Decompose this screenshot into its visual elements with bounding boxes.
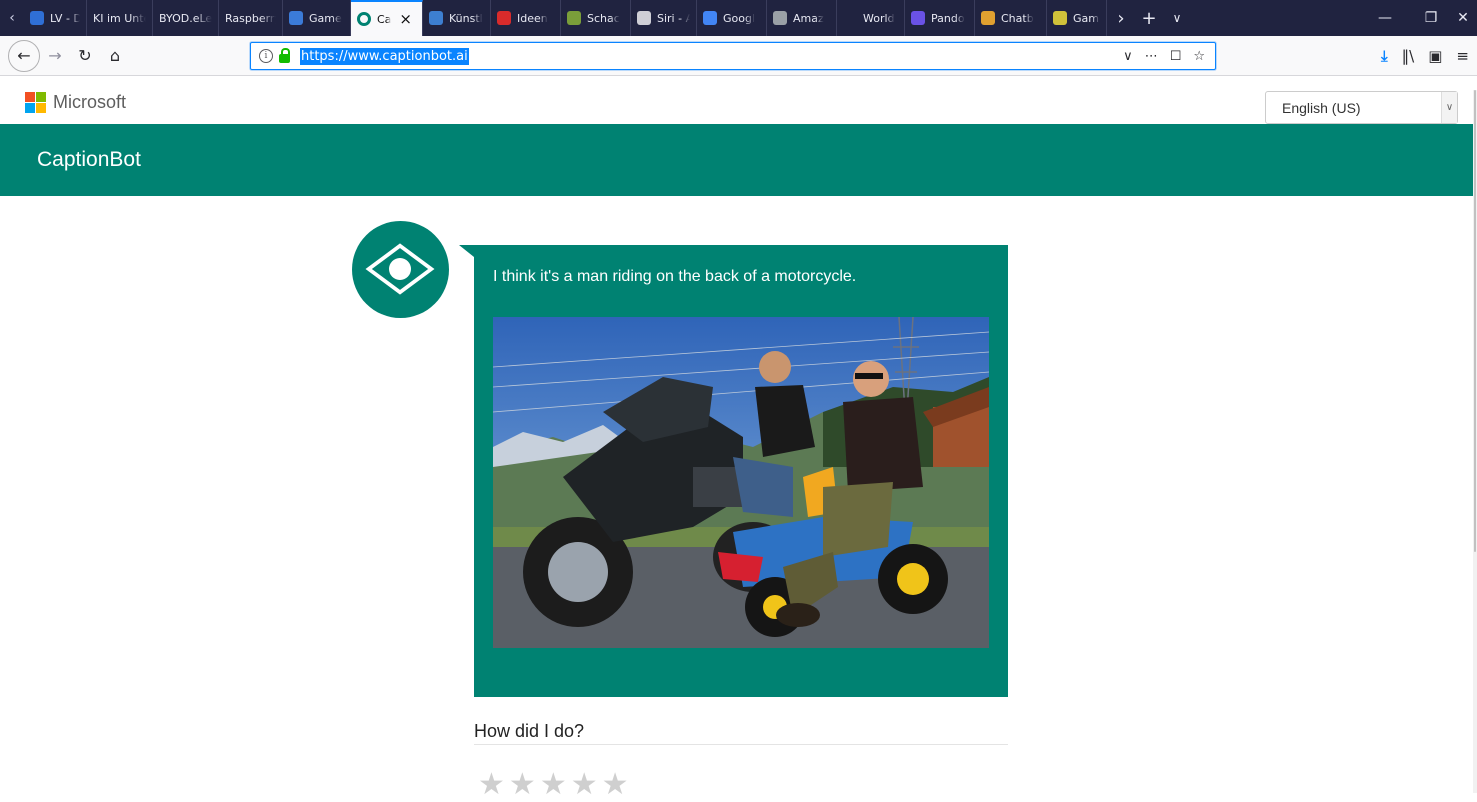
star-icon[interactable]: ★ bbox=[478, 770, 505, 800]
page-actions-icon[interactable]: ⋯ bbox=[1145, 49, 1158, 64]
sidebar-icon[interactable]: ▣ bbox=[1428, 47, 1442, 65]
image-favicon-icon bbox=[429, 11, 443, 25]
site-header: CaptionBot bbox=[0, 124, 1473, 196]
forward-arrow-icon[interactable]: → bbox=[40, 41, 70, 71]
tab-13[interactable]: Pando bbox=[905, 0, 975, 36]
tab-title: Chatb bbox=[1001, 11, 1034, 25]
home-icon[interactable]: ⌂ bbox=[100, 41, 130, 71]
star-icon[interactable]: ★ bbox=[509, 770, 536, 800]
scrollbar-thumb[interactable] bbox=[1474, 90, 1476, 552]
url-dropdown-icon[interactable]: ∨ bbox=[1123, 49, 1133, 64]
w-favicon-icon bbox=[289, 11, 303, 25]
language-value: English (US) bbox=[1282, 99, 1361, 116]
back-arrow-icon[interactable]: ← bbox=[8, 39, 40, 72]
tab-title: Googl bbox=[723, 11, 756, 25]
tab-title: LV - D bbox=[50, 11, 80, 25]
tab-3[interactable]: Raspberry bbox=[219, 0, 283, 36]
caption-text: I think it's a man riding on the back of… bbox=[493, 268, 857, 285]
tab-1[interactable]: KI im Unte bbox=[87, 0, 153, 36]
navigation-toolbar: ← → ↻ ⌂ i https://www.captionbot.ai ∨ ⋯ … bbox=[0, 36, 1477, 76]
site-info-icon[interactable]: i bbox=[259, 49, 273, 63]
star-icon[interactable]: ★ bbox=[602, 770, 629, 800]
tab-list: LV - D KI im Unte BYOD.eLea Raspberry Game Ca… bbox=[24, 0, 1107, 36]
microsoft-wordmark: Microsoft bbox=[53, 92, 127, 112]
list-all-tabs-icon[interactable]: ∨ bbox=[1163, 11, 1191, 25]
caption-bubble: I think it's a man riding on the back of… bbox=[474, 245, 1008, 697]
scroll-tabs-right-icon[interactable]: › bbox=[1107, 8, 1135, 29]
amazon-favicon-icon bbox=[773, 11, 787, 25]
bubble-tail bbox=[459, 245, 474, 257]
pandora-favicon-icon bbox=[911, 11, 925, 25]
lv-favicon-icon bbox=[30, 11, 44, 25]
ideen-favicon-icon bbox=[497, 11, 511, 25]
chess-favicon-icon bbox=[567, 11, 581, 25]
star-rating[interactable]: ★ ★ ★ ★ ★ bbox=[478, 770, 629, 800]
captionbot-avatar bbox=[352, 221, 449, 318]
address-bar[interactable]: i https://www.captionbot.ai ∨ ⋯ ☐ ☆ bbox=[250, 42, 1216, 70]
pocket-icon[interactable]: ☐ bbox=[1170, 49, 1182, 64]
chevron-down-icon[interactable]: ∨ bbox=[1441, 92, 1457, 123]
downloads-icon[interactable]: ⤓ bbox=[1381, 47, 1388, 65]
motorcycle-photo-illustration bbox=[493, 317, 989, 648]
page-content: Microsoft English (US) ∨ CaptionBot I th… bbox=[0, 76, 1477, 800]
bookmark-star-icon[interactable]: ☆ bbox=[1193, 49, 1205, 64]
gamer-favicon-icon bbox=[1053, 11, 1067, 25]
tab-title: BYOD.eLea bbox=[159, 11, 212, 25]
tab-title: Schac bbox=[587, 11, 620, 25]
tab-8[interactable]: Schac bbox=[561, 0, 631, 36]
tab-11[interactable]: Amaz bbox=[767, 0, 837, 36]
tab-title: Künstl bbox=[449, 11, 483, 25]
tab-2[interactable]: BYOD.eLea bbox=[153, 0, 219, 36]
site-title[interactable]: CaptionBot bbox=[37, 148, 141, 172]
tab-title: Raspberry bbox=[225, 11, 276, 25]
tab-title: World bbox=[863, 11, 895, 25]
reload-icon[interactable]: ↻ bbox=[70, 41, 100, 71]
captionbot-favicon-icon bbox=[357, 12, 371, 26]
microsoft-logo[interactable]: Microsoft bbox=[25, 92, 126, 113]
tab-12[interactable]: World bbox=[837, 0, 905, 36]
tab-title: Ideen bbox=[517, 11, 548, 25]
star-icon[interactable]: ★ bbox=[571, 770, 598, 800]
minimize-window-icon[interactable]: — bbox=[1362, 0, 1408, 36]
tab-15[interactable]: Game bbox=[1047, 0, 1107, 36]
apple-favicon-icon bbox=[637, 11, 651, 25]
tab-5[interactable]: Ca × bbox=[351, 0, 423, 36]
lock-icon bbox=[279, 47, 290, 63]
tab-4[interactable]: Game bbox=[283, 0, 351, 36]
tab-9[interactable]: Siri - A bbox=[631, 0, 697, 36]
tab-7[interactable]: Ideen bbox=[491, 0, 561, 36]
tab-title: Pando bbox=[931, 11, 965, 25]
tab-title: Siri - A bbox=[657, 11, 690, 25]
close-window-icon[interactable]: ✕ bbox=[1440, 0, 1477, 36]
tab-10[interactable]: Googl bbox=[697, 0, 767, 36]
page-scrollbar[interactable] bbox=[1473, 90, 1477, 793]
google-favicon-icon bbox=[703, 11, 717, 25]
language-select[interactable]: English (US) ∨ bbox=[1265, 91, 1458, 124]
close-tab-icon[interactable]: × bbox=[399, 10, 412, 28]
star-icon[interactable]: ★ bbox=[540, 770, 567, 800]
uploaded-photo bbox=[493, 317, 989, 648]
tab-title: Game bbox=[1073, 11, 1100, 25]
chatbot-favicon-icon bbox=[981, 11, 995, 25]
scroll-tabs-left-icon[interactable]: ‹ bbox=[0, 0, 24, 36]
tab-title: Ca bbox=[377, 12, 392, 26]
tab-title: Game bbox=[309, 11, 342, 25]
url-text[interactable]: https://www.captionbot.ai bbox=[300, 47, 469, 65]
tab-title: KI im Unte bbox=[93, 11, 146, 25]
tab-0[interactable]: LV - D bbox=[24, 0, 87, 36]
microsoft-squares-icon bbox=[25, 92, 46, 113]
rating-prompt: How did I do? bbox=[474, 721, 585, 741]
tab-6[interactable]: Künstl bbox=[423, 0, 491, 36]
g-favicon-icon bbox=[843, 11, 857, 25]
tab-strip: ‹ LV - D KI im Unte BYOD.eLea Raspberry Game… bbox=[0, 0, 1477, 36]
rating-divider bbox=[474, 744, 1008, 745]
eye-icon bbox=[365, 243, 435, 295]
menu-icon[interactable]: ≡ bbox=[1456, 47, 1469, 65]
library-icon[interactable]: ‖\ bbox=[1402, 47, 1415, 65]
tab-title: Amaz bbox=[793, 11, 824, 25]
tab-14[interactable]: Chatb bbox=[975, 0, 1047, 36]
new-tab-icon[interactable]: + bbox=[1135, 8, 1163, 29]
